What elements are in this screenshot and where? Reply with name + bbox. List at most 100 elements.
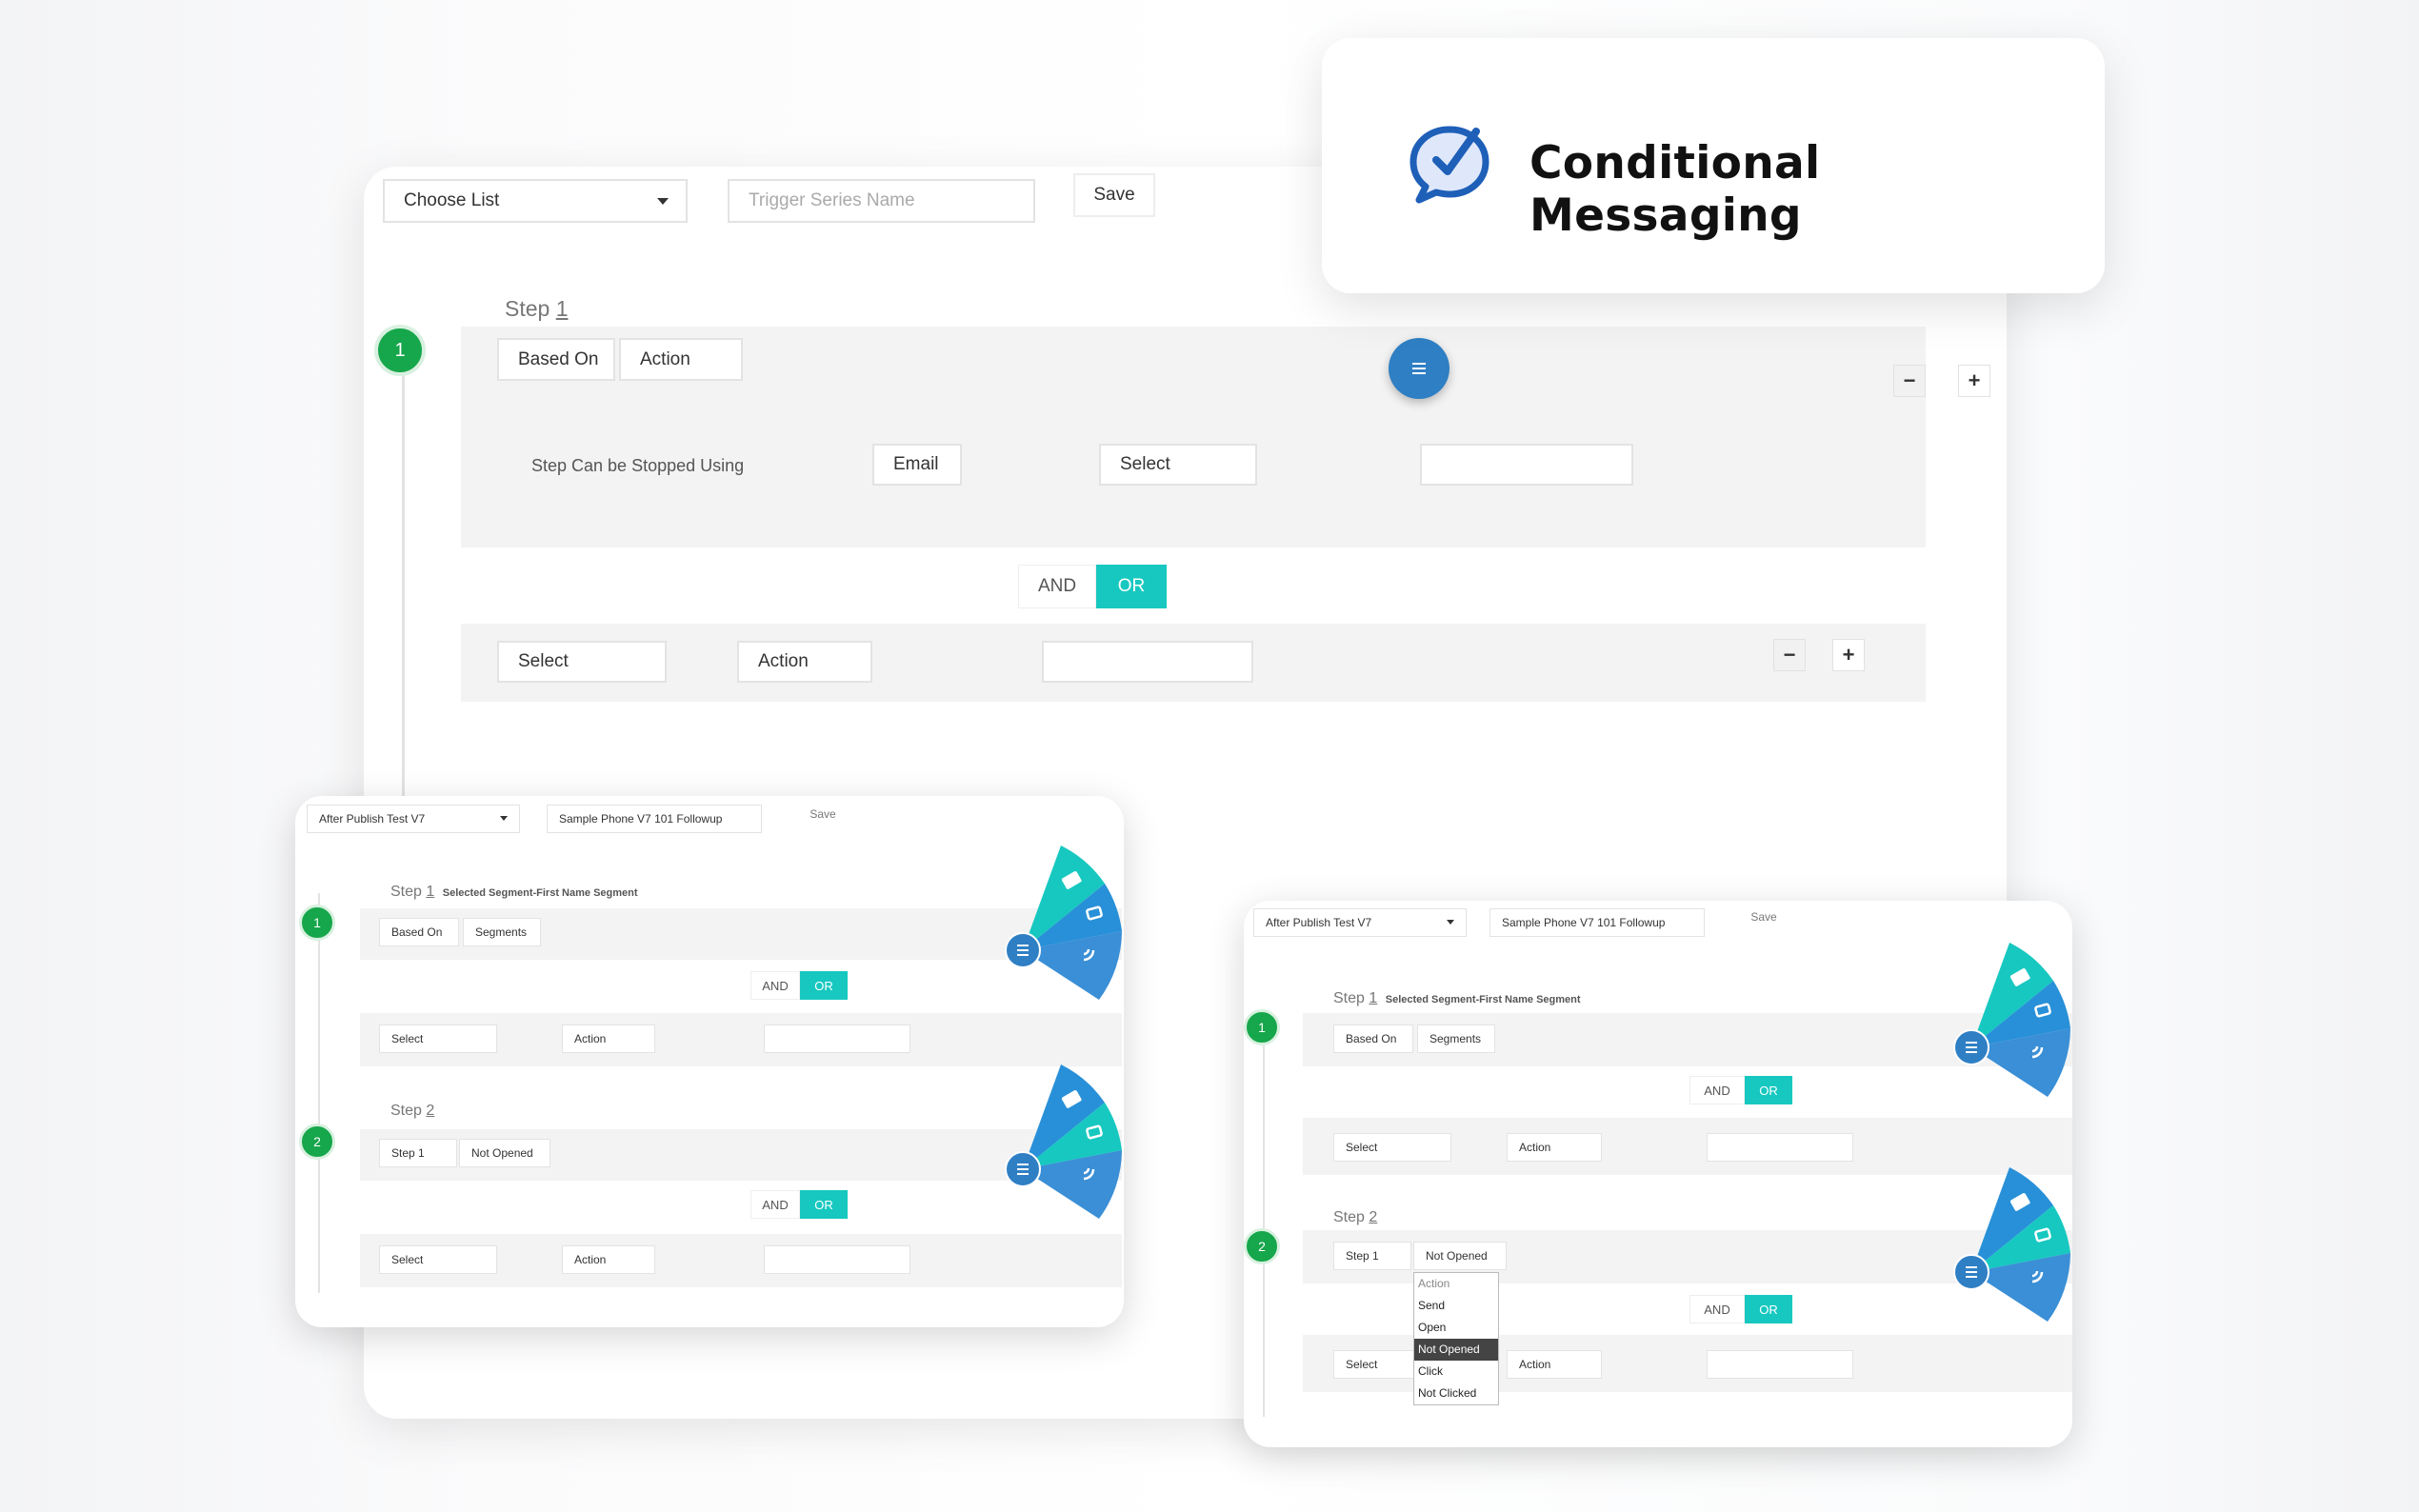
channel-fan-menu[interactable] — [1949, 933, 2072, 1104]
choose-list-label: Choose List — [404, 190, 500, 210]
remove-step-button[interactable]: − — [1893, 365, 1926, 397]
step2-badge: 2 — [1244, 1228, 1280, 1264]
series-name-input[interactable]: Sample Phone V7 101 Followup — [547, 805, 762, 833]
channel-fan-menu-2[interactable] — [1949, 1158, 2072, 1329]
list-select[interactable]: After Publish Test V7 — [1253, 908, 1467, 937]
channel-fan-menu-2[interactable] — [1000, 1055, 1124, 1226]
step1-number: 1 — [1369, 990, 1378, 1006]
step-ref-select[interactable]: Step 1 — [379, 1139, 457, 1167]
action-select[interactable]: Action — [619, 338, 743, 381]
step2-badge-number: 2 — [1258, 1239, 1266, 1254]
menu-icon — [1017, 945, 1029, 956]
right-preview-card: After Publish Test V7 Sample Phone V7 10… — [1244, 901, 2072, 1447]
segments-select[interactable]: Segments — [1417, 1025, 1495, 1053]
condition-value-input[interactable] — [764, 1245, 910, 1274]
save-button[interactable]: Save — [790, 800, 844, 828]
step-ref-select[interactable]: Step 1 — [1333, 1242, 1411, 1270]
step-ref-label: Step 1 — [1346, 1249, 1379, 1263]
and-button[interactable]: AND — [750, 971, 800, 1000]
and-button[interactable]: AND — [1689, 1295, 1745, 1323]
left-preview-card: After Publish Test V7 Sample Phone V7 10… — [295, 796, 1124, 1327]
list-select-label: After Publish Test V7 — [319, 812, 426, 826]
step2-prefix: Step — [390, 1103, 422, 1119]
condition-value-input[interactable] — [1707, 1133, 1853, 1162]
condition-action-select[interactable]: Action — [737, 641, 872, 683]
based-on-select[interactable]: Based On — [497, 338, 615, 381]
and-label: AND — [1037, 576, 1077, 596]
and-button[interactable]: AND — [750, 1190, 800, 1219]
remove-condition-button[interactable]: − — [1773, 639, 1806, 671]
step-title: Step 1 — [505, 296, 569, 322]
caret-down-icon — [657, 198, 669, 205]
condition-action-select[interactable]: Action — [1507, 1133, 1602, 1162]
caret-down-icon — [1447, 920, 1454, 925]
condition-value-input[interactable] — [1707, 1350, 1853, 1379]
condition-select[interactable]: Select — [379, 1025, 497, 1053]
add-condition-button[interactable]: + — [1832, 639, 1865, 671]
step-ref-label: Step 1 — [391, 1146, 425, 1160]
condition-value-input[interactable] — [1042, 641, 1253, 683]
condition-select[interactable]: Select — [497, 641, 667, 683]
and-label: AND — [1704, 1083, 1730, 1098]
step-number: 1 — [555, 296, 569, 321]
trigger-series-name-input[interactable]: Trigger Series Name — [728, 179, 1035, 223]
event-select[interactable]: Not Opened — [1413, 1242, 1507, 1270]
condition-select-label: Select — [391, 1253, 424, 1266]
step2-title: Step 2 — [390, 1103, 434, 1120]
menu-icon — [1412, 363, 1426, 374]
feature-title-card: Conditional Messaging — [1322, 38, 2105, 293]
save-button[interactable]: Save — [1731, 903, 1785, 931]
step1-badge-number: 1 — [313, 915, 321, 930]
series-name-input[interactable]: Sample Phone V7 101 Followup — [1489, 908, 1705, 937]
and-button[interactable]: AND — [1689, 1076, 1745, 1104]
series-name-value: Sample Phone V7 101 Followup — [559, 812, 723, 826]
based-on-select[interactable]: Based On — [1333, 1025, 1413, 1053]
condition-action-select[interactable]: Action — [562, 1245, 655, 1274]
feature-title: Conditional Messaging — [1529, 137, 1821, 242]
save-button-label: Save — [1093, 185, 1135, 205]
action-label: Action — [640, 348, 690, 369]
list-select-label: After Publish Test V7 — [1266, 916, 1372, 929]
or-button[interactable]: OR — [1745, 1076, 1792, 1104]
dropdown-option[interactable]: Not Clicked — [1414, 1383, 1498, 1404]
list-select[interactable]: After Publish Test V7 — [307, 805, 520, 833]
segments-label: Segments — [1429, 1032, 1482, 1045]
condition-select[interactable]: Select — [379, 1245, 497, 1274]
step-menu-button[interactable] — [1389, 338, 1449, 399]
and-button[interactable]: AND — [1018, 565, 1096, 608]
dropdown-option[interactable]: Send — [1414, 1295, 1498, 1317]
or-label: OR — [1759, 1302, 1778, 1317]
step1-badge: 1 — [299, 905, 335, 941]
segments-select[interactable]: Segments — [463, 918, 541, 946]
event-select[interactable]: Not Opened — [459, 1139, 550, 1167]
condition-action-select[interactable]: Action — [1507, 1350, 1602, 1379]
email-select[interactable]: Email — [872, 444, 962, 486]
condition-select-label: Select — [1346, 1358, 1378, 1371]
and-label: AND — [762, 1197, 789, 1212]
condition-action-label: Action — [1519, 1358, 1551, 1371]
condition-action-select[interactable]: Action — [562, 1025, 655, 1053]
or-button[interactable]: OR — [1745, 1295, 1792, 1323]
dropdown-option[interactable]: Click — [1414, 1361, 1498, 1383]
step2-badge-number: 2 — [313, 1134, 321, 1149]
condition-select[interactable]: Select — [1333, 1133, 1451, 1162]
or-label: OR — [814, 1197, 833, 1212]
step1-title: Step 1 Selected Segment-First Name Segme… — [1333, 990, 1581, 1007]
or-button[interactable]: OR — [1096, 565, 1167, 608]
dropdown-option-selected[interactable]: Not Opened — [1414, 1339, 1498, 1361]
dropdown-option[interactable]: Open — [1414, 1317, 1498, 1339]
add-step-button[interactable]: + — [1958, 365, 1990, 397]
or-button[interactable]: OR — [800, 1190, 848, 1219]
based-on-select[interactable]: Based On — [379, 918, 459, 946]
save-button-label: Save — [1750, 910, 1777, 924]
event-dropdown-list[interactable]: Action Send Open Not Opened Click Not Cl… — [1413, 1272, 1499, 1405]
step1-prefix: Step — [1333, 990, 1365, 1006]
or-button[interactable]: OR — [800, 971, 848, 1000]
stop-value-input[interactable] — [1420, 444, 1633, 486]
channel-fan-menu[interactable] — [1000, 836, 1124, 1007]
stop-condition-select[interactable]: Select — [1099, 444, 1257, 486]
condition-value-input[interactable] — [764, 1025, 910, 1053]
choose-list-select[interactable]: Choose List — [383, 179, 688, 223]
save-button[interactable]: Save — [1073, 173, 1155, 217]
selected-segment-text: Selected Segment-First Name Segment — [1385, 994, 1581, 1005]
